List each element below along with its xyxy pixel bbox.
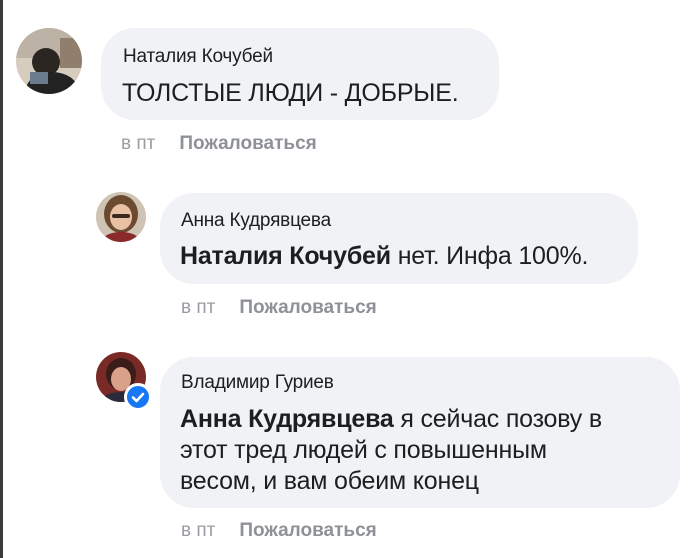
page-edge-line bbox=[0, 0, 3, 558]
comment-body: нет. Инфа 100%. bbox=[397, 242, 589, 270]
user-photo-icon bbox=[96, 192, 146, 242]
comment-actions: в пт Пожаловаться bbox=[181, 297, 377, 319]
mention-link[interactable]: Наталия Кочубей bbox=[180, 242, 391, 270]
comment-body: я сейчас позову в bbox=[400, 405, 602, 433]
avatar[interactable] bbox=[16, 28, 82, 94]
report-link[interactable]: Пожаловаться bbox=[179, 133, 316, 154]
comment-line-2: этот тред людей с повышенным bbox=[180, 436, 547, 464]
comment-author[interactable]: Анна Кудрявцева bbox=[181, 210, 331, 232]
comment-time[interactable]: в пт bbox=[181, 297, 215, 318]
comment-time[interactable]: в пт bbox=[121, 133, 155, 154]
report-link[interactable]: Пожаловаться bbox=[239, 520, 376, 541]
user-photo-icon bbox=[16, 28, 82, 94]
report-link[interactable]: Пожаловаться bbox=[239, 297, 376, 318]
comment-author[interactable]: Владимир Гуриев bbox=[181, 372, 334, 394]
comment-text: Анна Кудрявцева я сейчас позову в этот т… bbox=[180, 404, 670, 497]
comment-author[interactable]: Наталия Кочубей bbox=[123, 46, 273, 68]
mention-link[interactable]: Анна Кудрявцева bbox=[180, 405, 394, 433]
comment-line-3: весом, и вам обеим конец bbox=[180, 467, 479, 495]
verified-badge-icon bbox=[124, 383, 152, 411]
comment-time[interactable]: в пт bbox=[181, 520, 215, 541]
comment-actions: в пт Пожаловаться bbox=[121, 133, 317, 155]
comment-line-1: Анна Кудрявцева я сейчас позову в bbox=[180, 404, 670, 435]
comment-actions: в пт Пожаловаться bbox=[181, 520, 377, 542]
comment-text: Наталия Кочубей нет. Инфа 100%. bbox=[180, 241, 588, 272]
comment-text: ТОЛСТЫЕ ЛЮДИ - ДОБРЫЕ. bbox=[122, 79, 459, 107]
avatar[interactable] bbox=[96, 192, 146, 242]
